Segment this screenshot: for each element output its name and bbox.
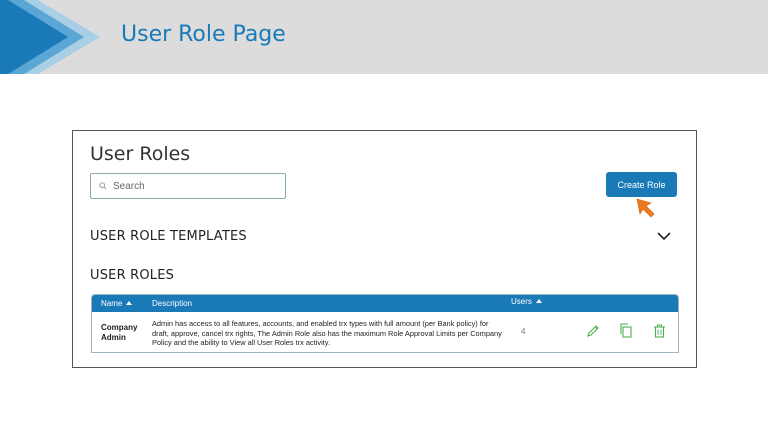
search-input[interactable] — [113, 180, 273, 192]
column-header-label: Users — [511, 297, 532, 306]
role-name-line: Company — [101, 323, 138, 332]
table-header: Name Description Users — [92, 295, 678, 312]
role-name-line: Admin — [101, 333, 126, 342]
copy-icon[interactable] — [619, 323, 633, 338]
slide-title: User Role Page — [121, 22, 286, 47]
column-header-description: Description — [152, 299, 193, 308]
slide-header: User Role Page — [0, 0, 768, 74]
create-role-button[interactable]: Create Role — [606, 172, 677, 197]
search-box[interactable] — [90, 173, 286, 199]
edit-icon[interactable] — [586, 324, 600, 338]
pointer-cursor-icon — [636, 198, 655, 218]
user-roles-table: Name Description Users Company Admin Adm… — [91, 294, 679, 353]
chevron-down-icon[interactable] — [657, 232, 671, 241]
role-description: Admin has access to all features, accoun… — [152, 319, 502, 347]
table-row: Company Admin Admin has access to all fe… — [92, 312, 678, 352]
search-icon — [99, 182, 107, 190]
sort-up-icon — [535, 299, 542, 303]
role-users-count: 4 — [521, 327, 526, 336]
column-header-users[interactable]: Users — [511, 297, 542, 306]
roles-section-title: USER ROLES — [90, 268, 175, 283]
delete-icon[interactable] — [653, 324, 666, 338]
sort-up-icon — [126, 301, 133, 305]
user-roles-panel: User Roles Create Role USER ROLE TEMPLAT… — [72, 130, 697, 368]
role-name[interactable]: Company Admin — [101, 323, 137, 343]
column-header-label: Name — [101, 299, 123, 308]
templates-section-title: USER ROLE TEMPLATES — [90, 229, 247, 244]
panel-title: User Roles — [90, 143, 191, 165]
column-header-name[interactable]: Name — [101, 299, 133, 308]
chevron-logo-icon — [0, 0, 100, 74]
